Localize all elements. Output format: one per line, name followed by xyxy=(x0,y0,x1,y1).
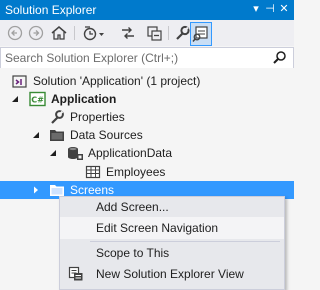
expanded-arrow-icon[interactable] xyxy=(10,93,20,103)
toolbar xyxy=(0,20,294,46)
menu-item-label: Scope to This xyxy=(96,246,170,260)
tree-item-label: Solution 'Application' (1 project) xyxy=(33,74,201,88)
table-icon xyxy=(85,164,101,180)
expanded-arrow-icon[interactable] xyxy=(31,129,41,139)
tree-item-employees[interactable]: Employees xyxy=(0,163,294,181)
properties-icon[interactable] xyxy=(174,24,190,42)
tree-item-label: Screens xyxy=(70,183,115,197)
menu-item-label: Add Screen... xyxy=(96,200,169,214)
csharp-project-icon: C# xyxy=(29,91,46,107)
tree-item-properties[interactable]: Properties xyxy=(0,108,294,126)
search-placeholder: Search Solution Explorer (Ctrl+;) xyxy=(5,51,179,65)
menu-item-edit-screen-navigation[interactable]: Edit Screen Navigation xyxy=(60,217,284,239)
tree-item-label: ApplicationData xyxy=(88,146,173,160)
menu-item-label: Edit Screen Navigation xyxy=(96,221,219,235)
context-menu: Add Screen... Edit Screen Navigation Sco… xyxy=(59,196,285,290)
toolbar-separator xyxy=(74,26,75,40)
tree-item-solution[interactable]: Solution 'Application' (1 project) xyxy=(0,72,294,90)
solution-icon xyxy=(11,73,27,89)
tree-item-label: Application xyxy=(51,92,117,106)
collapsed-arrow-icon[interactable] xyxy=(31,184,41,194)
tree-item-project[interactable]: C# Application xyxy=(0,90,294,108)
folder-icon xyxy=(49,127,65,143)
home-icon[interactable] xyxy=(50,24,68,42)
close-icon[interactable]: ✕ xyxy=(277,2,291,16)
tree-item-data-sources[interactable]: Data Sources xyxy=(0,126,294,144)
collapse-icon[interactable] xyxy=(146,24,164,42)
pin-icon[interactable]: ⊣ xyxy=(263,2,277,16)
new-view-icon xyxy=(68,266,84,282)
back-icon[interactable] xyxy=(7,24,23,42)
tree-item-application-data[interactable]: ApplicationData xyxy=(0,144,294,162)
wrench-icon xyxy=(49,109,65,125)
sync-icon[interactable] xyxy=(120,24,136,42)
search-icon[interactable] xyxy=(271,49,289,67)
expanded-arrow-icon[interactable] xyxy=(48,147,58,157)
tree-item-label: Properties xyxy=(70,110,125,124)
menu-item-new-solution-explorer-view[interactable]: New Solution Explorer View xyxy=(60,263,284,285)
tree-item-label: Data Sources xyxy=(70,128,143,142)
menu-item-add-screen[interactable]: Add Screen... xyxy=(60,196,284,218)
menu-item-label: New Solution Explorer View xyxy=(96,267,244,281)
menu-item-scope-to-this[interactable]: Scope to This xyxy=(60,242,284,264)
forward-icon[interactable] xyxy=(28,24,44,42)
dropdown-icon[interactable]: ▾ xyxy=(249,2,263,16)
toolbar-separator xyxy=(168,26,169,40)
preview-icon[interactable] xyxy=(190,22,212,46)
history-icon[interactable] xyxy=(82,24,106,42)
title-bar: Solution Explorer ▾ ⊣ ✕ xyxy=(0,0,294,20)
tree-item-label: Employees xyxy=(106,165,166,179)
window-title: Solution Explorer xyxy=(5,3,97,17)
search-input[interactable]: Search Solution Explorer (Ctrl+;) xyxy=(0,47,294,69)
database-icon xyxy=(66,145,83,161)
svg-text:C#: C# xyxy=(31,96,44,105)
